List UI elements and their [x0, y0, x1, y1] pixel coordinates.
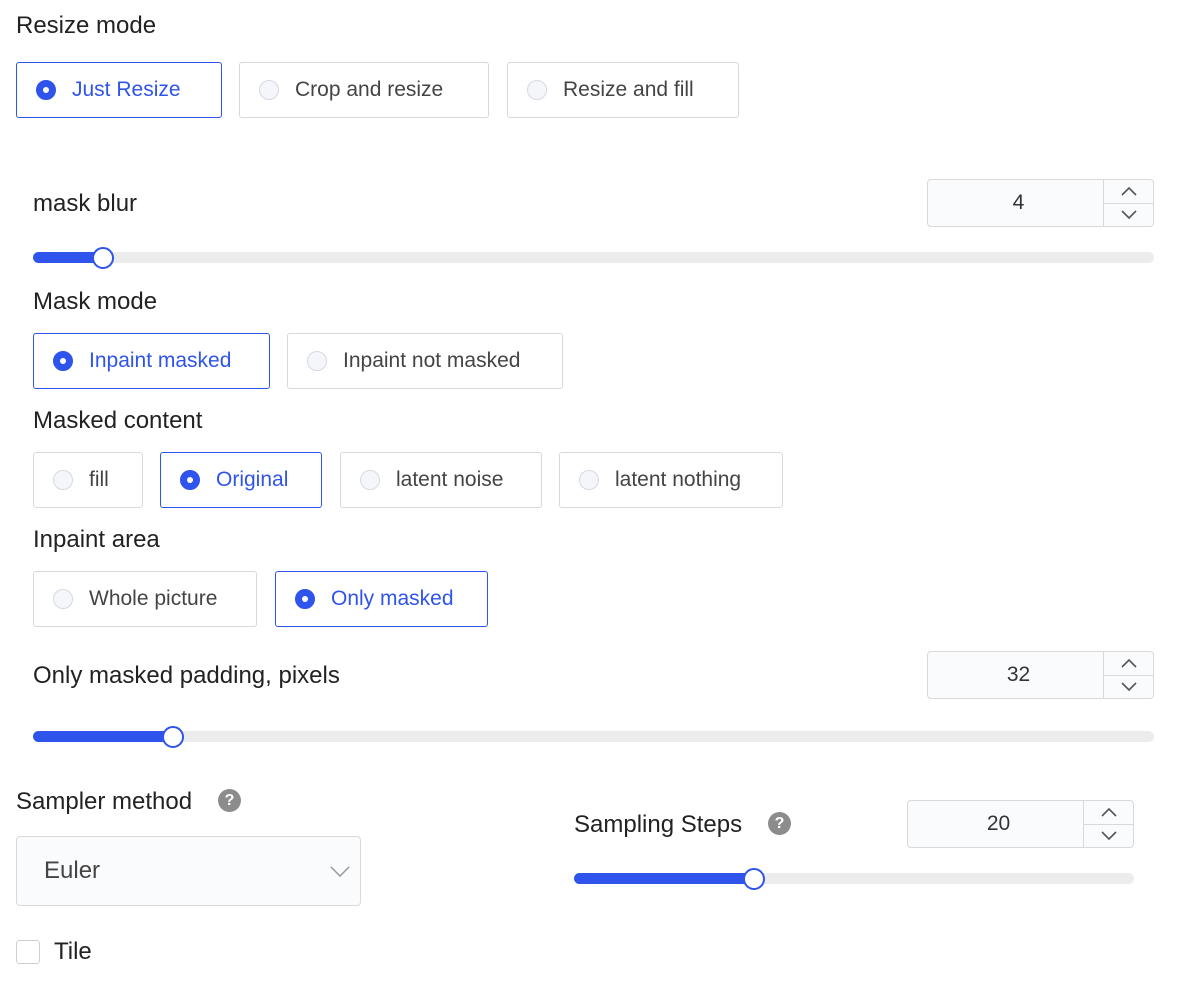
- sampling-steps-value[interactable]: 20: [908, 801, 1083, 847]
- radio-label: Inpaint not masked: [343, 349, 521, 372]
- slider-thumb[interactable]: [743, 867, 766, 890]
- radio-label: latent nothing: [615, 468, 742, 491]
- radio-inpaint-not-masked[interactable]: Inpaint not masked: [287, 333, 563, 389]
- sampling-steps-slider[interactable]: [574, 867, 1134, 890]
- tile-label: Tile: [54, 938, 92, 965]
- mask-blur-slider[interactable]: [33, 246, 1154, 269]
- chevron-up-icon: [1120, 186, 1137, 196]
- radio-label: latent noise: [396, 468, 504, 491]
- chevron-up-icon: [1120, 658, 1137, 668]
- increment-button[interactable]: [1084, 801, 1133, 824]
- radio-label: Only masked: [331, 587, 454, 610]
- chevron-up-icon: [1100, 807, 1117, 817]
- mask-mode-label: Mask mode: [33, 288, 158, 315]
- chevron-down-icon: [320, 865, 360, 877]
- masked-content-label: Masked content: [33, 407, 203, 434]
- mask-blur-spinner: [1103, 180, 1153, 226]
- radio-crop-and-resize[interactable]: Crop and resize: [239, 62, 489, 118]
- radio-indicator: [527, 80, 547, 100]
- radio-indicator: [36, 80, 56, 100]
- radio-inpaint-masked[interactable]: Inpaint masked: [33, 333, 270, 389]
- chevron-down-icon: [1120, 210, 1137, 220]
- radio-indicator: [295, 589, 315, 609]
- increment-button[interactable]: [1104, 180, 1153, 203]
- decrement-button[interactable]: [1084, 823, 1133, 848]
- sampling-steps-number-input[interactable]: 20: [907, 800, 1134, 848]
- question-circle-icon[interactable]: ?: [218, 789, 241, 812]
- radio-indicator: [307, 351, 327, 371]
- radio-label: Crop and resize: [295, 78, 444, 101]
- radio-label: fill: [89, 468, 109, 491]
- decrement-button[interactable]: [1104, 202, 1153, 227]
- chevron-down-icon: [1100, 831, 1117, 841]
- radio-indicator: [180, 470, 200, 490]
- slider-fill: [574, 873, 755, 884]
- radio-label: Inpaint masked: [89, 349, 232, 372]
- sampler-method-label: Sampler method: [16, 788, 193, 815]
- decrement-button[interactable]: [1104, 674, 1153, 699]
- chevron-down-icon: [1120, 682, 1137, 692]
- radio-indicator: [53, 470, 73, 490]
- padding-slider[interactable]: [33, 725, 1154, 748]
- sampling-steps-spinner: [1083, 801, 1133, 847]
- radio-only-masked[interactable]: Only masked: [275, 571, 488, 627]
- question-circle-icon[interactable]: ?: [768, 812, 791, 835]
- inpaint-area-label: Inpaint area: [33, 526, 160, 553]
- padding-label: Only masked padding, pixels: [33, 662, 340, 689]
- radio-whole-picture[interactable]: Whole picture: [33, 571, 257, 627]
- radio-label: Whole picture: [89, 587, 218, 610]
- radio-label: Just Resize: [72, 78, 181, 101]
- padding-number-input[interactable]: 32: [927, 651, 1154, 699]
- radio-indicator: [360, 470, 380, 490]
- mask-blur-number-input[interactable]: 4: [927, 179, 1154, 227]
- radio-indicator: [53, 351, 73, 371]
- slider-fill: [33, 731, 174, 742]
- tile-checkbox[interactable]: [16, 940, 40, 964]
- radio-label: Original: [216, 468, 289, 491]
- mask-blur-value[interactable]: 4: [928, 180, 1103, 226]
- padding-spinner: [1103, 652, 1153, 698]
- slider-thumb[interactable]: [162, 725, 185, 748]
- radio-indicator: [579, 470, 599, 490]
- radio-resize-and-fill[interactable]: Resize and fill: [507, 62, 739, 118]
- radio-original[interactable]: Original: [160, 452, 322, 508]
- increment-button[interactable]: [1104, 652, 1153, 675]
- sampler-method-select[interactable]: Euler: [16, 836, 361, 906]
- resize-mode-label: Resize mode: [16, 12, 157, 39]
- radio-indicator: [53, 589, 73, 609]
- radio-latent-nothing[interactable]: latent nothing: [559, 452, 783, 508]
- padding-value[interactable]: 32: [928, 652, 1103, 698]
- radio-fill[interactable]: fill: [33, 452, 143, 508]
- slider-thumb[interactable]: [92, 246, 115, 269]
- sampler-selected-value: Euler: [44, 857, 101, 884]
- radio-latent-noise[interactable]: latent noise: [340, 452, 542, 508]
- radio-indicator: [259, 80, 279, 100]
- radio-just-resize[interactable]: Just Resize: [16, 62, 222, 118]
- radio-label: Resize and fill: [563, 78, 694, 101]
- sampling-steps-label: Sampling Steps: [574, 811, 743, 838]
- mask-blur-label: mask blur: [33, 190, 138, 217]
